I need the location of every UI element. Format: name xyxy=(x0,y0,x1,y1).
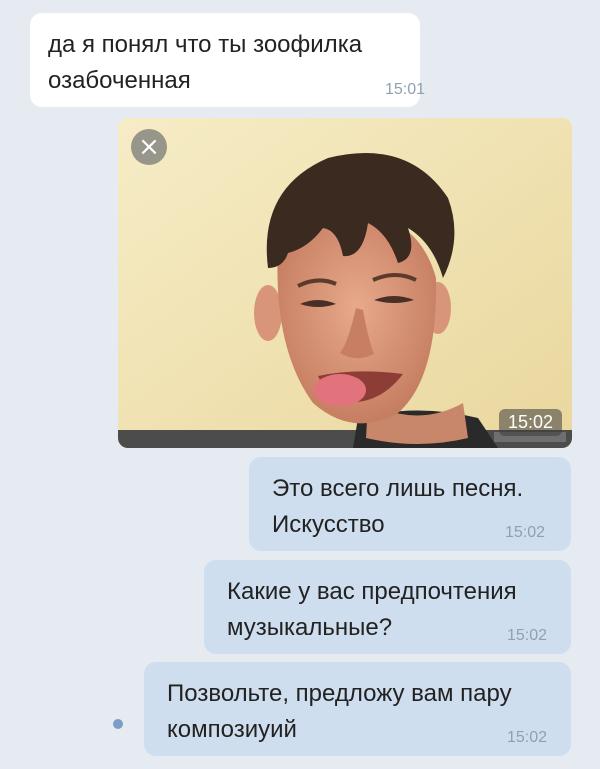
photo-time: 15:02 xyxy=(498,409,562,436)
message-text: Это всего лишь песня. Искусство xyxy=(272,475,524,538)
meme-photo xyxy=(118,118,572,448)
message-bubble-outgoing[interactable]: Позвольте, предложу вам пару композиуий … xyxy=(144,662,571,756)
message-text: Позвольте, предложу вам пару композиуий xyxy=(167,680,512,743)
message-time: 15:02 xyxy=(505,524,546,541)
message-bubble-outgoing[interactable]: Какие у вас предпочтения музыкальные? 15… xyxy=(204,560,571,654)
message-time: 15:02 xyxy=(507,729,548,746)
message-time: 15:02 xyxy=(507,627,548,644)
message-text: да я понял что ты зоофилка озабоченная xyxy=(48,31,363,94)
message-text: Какие у вас предпочтения музыкальные? xyxy=(227,578,517,641)
unread-indicator xyxy=(113,719,123,729)
photo-attachment[interactable]: × 15:02 xyxy=(118,118,572,448)
message-bubble-outgoing[interactable]: Это всего лишь песня. Искусство 15:02 xyxy=(249,457,571,551)
close-icon[interactable]: × xyxy=(131,129,167,165)
message-bubble-incoming[interactable]: да я понял что ты зоофилка озабоченная 1… xyxy=(30,13,425,107)
message-time: 15:01 xyxy=(385,81,426,98)
